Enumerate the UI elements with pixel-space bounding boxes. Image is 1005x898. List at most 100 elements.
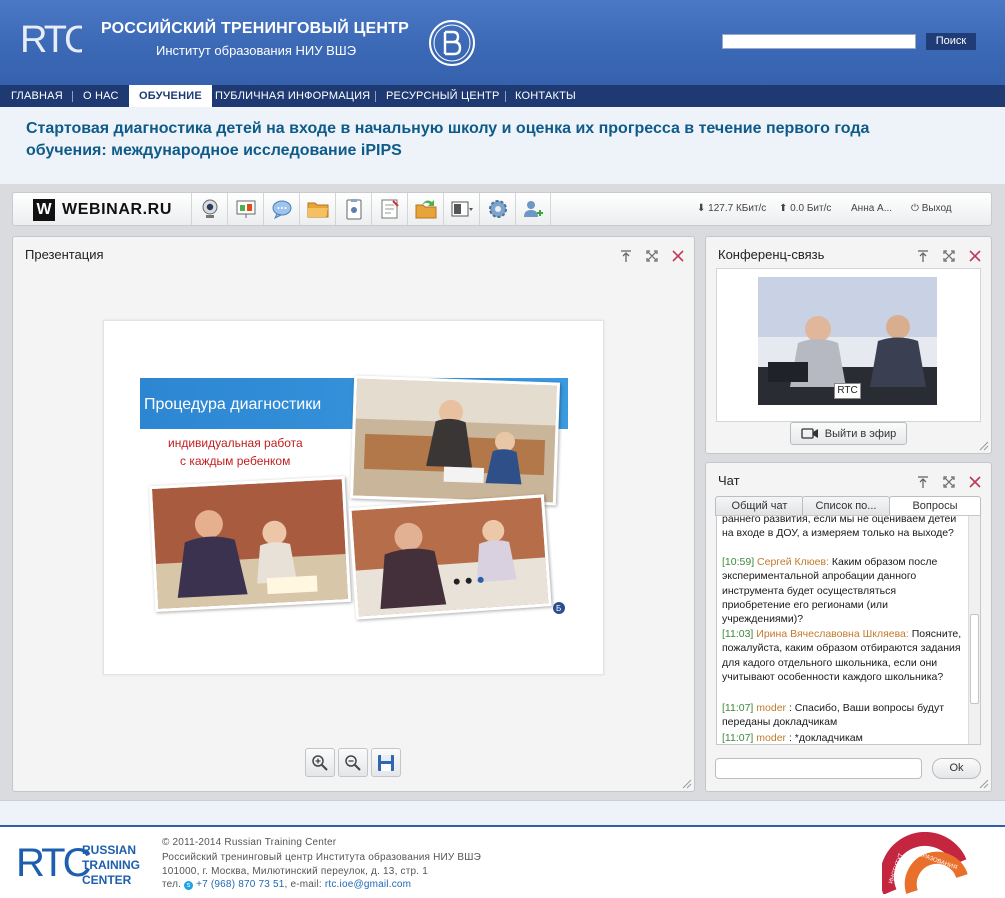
webinar-logo-letter: W bbox=[33, 199, 55, 221]
footer-address: 101000, г. Москва, Милютинский переулок,… bbox=[162, 866, 428, 877]
pin-top-icon[interactable] bbox=[916, 249, 930, 263]
chat-scrollbar-thumb[interactable] bbox=[970, 614, 979, 704]
svg-text:RTC: RTC bbox=[20, 19, 82, 61]
zoom-out-icon bbox=[345, 754, 361, 771]
nav-item-about[interactable]: О НАС bbox=[83, 85, 119, 107]
chat-timestamp: [11:07] bbox=[722, 702, 754, 714]
tab-participants[interactable]: Список по... bbox=[802, 496, 890, 516]
resize-grip-icon[interactable] bbox=[979, 441, 989, 451]
pin-top-icon[interactable] bbox=[916, 475, 930, 489]
presentation-icon bbox=[236, 200, 255, 218]
chat-author[interactable]: Ирина Вячеславовна Шкляева: bbox=[756, 628, 909, 640]
pin-top-icon[interactable] bbox=[619, 249, 633, 263]
nav-item-contacts[interactable]: КОНТАКТЫ bbox=[515, 85, 576, 107]
document-icon bbox=[381, 199, 399, 219]
site-subtitle: Институт образования НИУ ВШЭ bbox=[156, 43, 357, 58]
arrow-down-icon: ⬇ bbox=[697, 203, 706, 214]
notes-button[interactable] bbox=[371, 193, 407, 225]
fullscreen-icon[interactable] bbox=[942, 249, 956, 263]
files-button[interactable] bbox=[299, 193, 335, 225]
settings-button[interactable] bbox=[479, 193, 515, 225]
nav-item-public-info[interactable]: ПУБЛИЧНАЯ ИНФОРМАЦИЯ bbox=[215, 85, 370, 107]
rtc-logo[interactable]: RTC bbox=[18, 14, 82, 66]
chat-button[interactable] bbox=[263, 193, 299, 225]
slide-text-line1: индивидуальная работа bbox=[168, 436, 303, 450]
fullscreen-icon[interactable] bbox=[942, 475, 956, 489]
slide-photo bbox=[148, 475, 352, 613]
institute-education-logo[interactable]: ИНСТИТУТ ОБРАЗОВАНИЯ НИУ ВШЭ bbox=[882, 832, 972, 894]
resize-grip-icon[interactable] bbox=[682, 779, 692, 789]
footer-copyright: © 2011-2014 Russian Training Center bbox=[162, 837, 337, 848]
chat-message-text: раннего развития, если мы не оцениваем д… bbox=[722, 515, 957, 540]
site-title: РОССИЙСКИЙ ТРЕНИНГОВЫЙ ЦЕНТР bbox=[101, 20, 409, 37]
resize-grip-icon[interactable] bbox=[979, 779, 989, 789]
chat-message-text: : *докладчикам bbox=[788, 732, 863, 744]
slide-heading: Процедура диагностики bbox=[144, 396, 322, 413]
share-files-button[interactable] bbox=[407, 193, 443, 225]
chat-message-text: Каким образом после экспериментальной ап… bbox=[722, 556, 938, 626]
chat-author[interactable]: Сергей Клюев: bbox=[757, 556, 829, 568]
hse-logo-icon[interactable] bbox=[428, 19, 476, 67]
layout-icon bbox=[451, 201, 473, 217]
chat-timestamp: [10:59] bbox=[722, 556, 755, 568]
chat-author[interactable]: moder bbox=[756, 732, 786, 744]
floppy-disk-icon bbox=[378, 754, 394, 771]
presentation-panel-title: Презентация bbox=[25, 247, 104, 262]
chat-message: раннего развития, если мы не оцениваем д… bbox=[722, 515, 965, 541]
webcam-icon bbox=[202, 199, 217, 218]
girl-with-student-photo-image bbox=[351, 497, 549, 617]
download-speed: ⬇ 127.7 КБит/с bbox=[697, 203, 766, 214]
search-input[interactable] bbox=[722, 34, 916, 49]
webinar-logo[interactable]: W WEBINAR.RU bbox=[33, 199, 172, 221]
webcam-button[interactable] bbox=[191, 193, 227, 225]
footer-org: Российский тренинговый центр Института о… bbox=[162, 852, 482, 863]
nav-item-home[interactable]: ГЛАВНАЯ bbox=[11, 85, 63, 107]
nav-separator bbox=[375, 91, 376, 102]
slide-photo bbox=[349, 375, 561, 506]
tutor-with-child-photo-image bbox=[151, 479, 349, 609]
folder-icon bbox=[307, 202, 328, 218]
close-icon[interactable] bbox=[968, 475, 982, 489]
chat-scrollbar[interactable] bbox=[968, 516, 980, 744]
zoom-in-button[interactable] bbox=[305, 748, 335, 777]
video-camera-icon bbox=[801, 428, 818, 439]
chat-message-input[interactable] bbox=[715, 758, 922, 779]
user-name[interactable]: Анна А... bbox=[851, 203, 892, 214]
save-slide-button[interactable] bbox=[371, 748, 401, 777]
slide-text-line2: с каждым ребенком bbox=[180, 454, 291, 468]
footer-email-link[interactable]: rtc.ioe@gmail.com bbox=[325, 879, 411, 890]
presentation-slide: Процедура диагностики индивидуальная раб… bbox=[103, 320, 604, 675]
footer-logo-word: RUSSIAN bbox=[82, 843, 136, 857]
rtc-footer-logo[interactable]: RTC RUSSIAN TRAINING CENTER bbox=[14, 836, 144, 888]
skype-icon: s bbox=[184, 881, 194, 890]
chat-panel-title: Чат bbox=[718, 473, 740, 488]
svg-text:Б: Б bbox=[556, 604, 561, 613]
chat-messages[interactable]: раннего развития, если мы не оцениваем д… bbox=[716, 515, 981, 745]
close-icon[interactable] bbox=[968, 249, 982, 263]
send-message-button[interactable]: Ok bbox=[932, 758, 981, 779]
footer-phone-link[interactable]: +7 (968) 870 73 51 bbox=[196, 879, 284, 890]
logout-button[interactable]: ⏻ Выход bbox=[911, 203, 952, 214]
search-button[interactable]: Поиск bbox=[926, 33, 976, 50]
hse-small-logo-icon: Б bbox=[553, 602, 565, 614]
go-on-air-button[interactable]: Выйти в эфир bbox=[790, 422, 907, 445]
footer-phone-label: тел. bbox=[162, 879, 182, 890]
footer-email-label: , e-mail: bbox=[284, 879, 322, 890]
test-button[interactable] bbox=[335, 193, 371, 225]
layout-button[interactable] bbox=[443, 193, 479, 225]
zoom-out-button[interactable] bbox=[338, 748, 368, 777]
gear-icon bbox=[488, 200, 507, 218]
webinar-toolbar: W WEBINAR.RU ⬇ 127.7 КБит/с ⬆ 0.0 Бит/с … bbox=[12, 192, 992, 226]
close-icon[interactable] bbox=[671, 249, 685, 263]
fullscreen-icon[interactable] bbox=[645, 249, 659, 263]
invite-button[interactable] bbox=[515, 193, 551, 225]
tab-general-chat[interactable]: Общий чат bbox=[715, 496, 804, 516]
tab-questions[interactable]: Вопросы bbox=[889, 496, 981, 516]
presentation-button[interactable] bbox=[227, 193, 263, 225]
chat-author[interactable]: moder bbox=[756, 702, 786, 714]
arrow-up-icon: ⬆ bbox=[779, 203, 788, 214]
slide-photo bbox=[348, 494, 552, 620]
nav-item-education[interactable]: ОБУЧЕНИЕ bbox=[129, 85, 212, 107]
upload-speed: ⬆ 0.0 Бит/с bbox=[779, 203, 831, 214]
nav-item-resource-center[interactable]: РЕСУРСНЫЙ ЦЕНТР bbox=[386, 85, 500, 107]
